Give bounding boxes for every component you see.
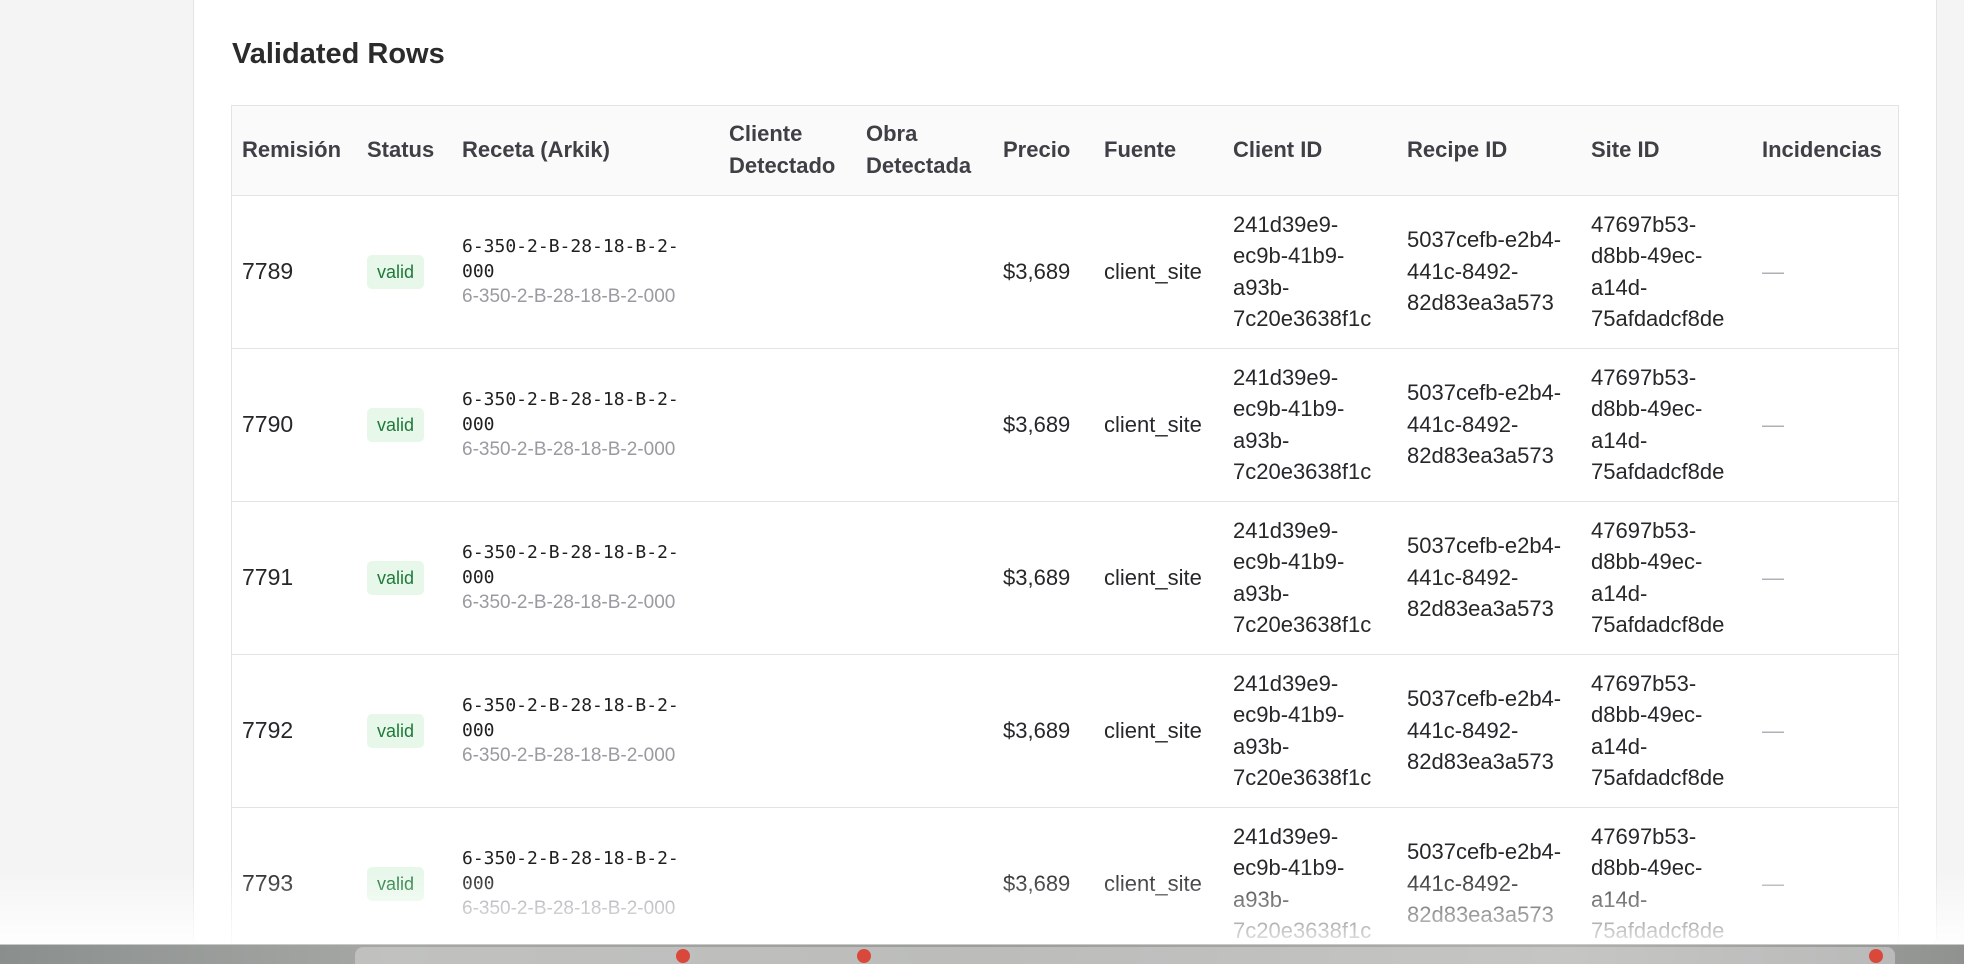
precio-cell: $3,689 [1003,564,1071,590]
column-header-client-id[interactable]: Client ID [1223,106,1397,196]
receta-cell: 6-350-2-B-28-18-B-2-000 6-350-2-B-28-18-… [452,501,719,654]
obra-detectada-cell [856,501,993,654]
incidencias-cell: — [1762,870,1784,896]
taskbar [0,944,1964,964]
site-id-cell: 47697b53-d8bb-49ec-a14d-75afdadcf8de [1591,823,1725,944]
cliente-detectado-cell [719,654,856,807]
column-header-precio[interactable]: Precio [993,106,1094,196]
app-icon[interactable] [857,949,871,963]
site-id-cell: 47697b53-d8bb-49ec-a14d-75afdadcf8de [1591,211,1725,332]
recipe-id-cell: 5037cefb-e2b4-441c-8492-82d83ea3a573 [1407,380,1562,469]
receta-cell: 6-350-2-B-28-18-B-2-000 6-350-2-B-28-18-… [452,195,719,348]
obra-detectada-cell [856,654,993,807]
column-header-status[interactable]: Status [357,106,452,196]
recipe-id-cell: 5037cefb-e2b4-441c-8492-82d83ea3a573 [1407,227,1562,316]
app-icon[interactable] [676,949,690,963]
obra-detectada-cell [856,195,993,348]
precio-cell: $3,689 [1003,717,1071,743]
status-badge: valid [367,560,425,595]
receta-secondary-code: 6-350-2-B-28-18-B-2-000 [462,898,676,919]
incidencias-cell: — [1762,411,1784,437]
status-badge: valid [367,866,425,901]
table-row[interactable]: 7791 valid 6-350-2-B-28-18-B-2-000 6-350… [232,501,1898,654]
taskbar-panel [355,947,1895,964]
receta-secondary-code: 6-350-2-B-28-18-B-2-000 [462,286,676,307]
cliente-detectado-cell [719,501,856,654]
cliente-detectado-cell [719,348,856,501]
incidencias-cell: — [1762,258,1784,284]
fuente-cell: client_site [1104,258,1202,284]
receta-secondary-code: 6-350-2-B-28-18-B-2-000 [462,745,676,766]
status-badge: valid [367,713,425,748]
cliente-detectado-cell [719,807,856,944]
status-cell: valid [357,807,452,944]
status-cell: valid [357,654,452,807]
status-cell: valid [357,195,452,348]
status-cell: valid [357,501,452,654]
remision-cell: 7790 [242,410,294,437]
page: Validated Rows Remisión Status Receta (A… [0,0,1964,964]
remision-cell: 7791 [242,563,294,590]
receta-cell: 6-350-2-B-28-18-B-2-000 6-350-2-B-28-18-… [452,654,719,807]
status-badge: valid [367,254,425,289]
site-id-cell: 47697b53-d8bb-49ec-a14d-75afdadcf8de [1591,670,1725,791]
card-title: Validated Rows [232,38,445,70]
cliente-detectado-cell [719,195,856,348]
precio-cell: $3,689 [1003,411,1071,437]
receta-cell: 6-350-2-B-28-18-B-2-000 6-350-2-B-28-18-… [452,807,719,944]
remision-cell: 7792 [242,716,294,743]
receta-secondary-code: 6-350-2-B-28-18-B-2-000 [462,592,676,613]
recipe-id-cell: 5037cefb-e2b4-441c-8492-82d83ea3a573 [1407,839,1562,928]
status-cell: valid [357,348,452,501]
table-row[interactable]: 7790 valid 6-350-2-B-28-18-B-2-000 6-350… [232,348,1898,501]
table-row[interactable]: 7793 valid 6-350-2-B-28-18-B-2-000 6-350… [232,807,1898,944]
receta-code: 6-350-2-B-28-18-B-2-000 [462,389,679,435]
receta-code: 6-350-2-B-28-18-B-2-000 [462,542,679,588]
site-id-cell: 47697b53-d8bb-49ec-a14d-75afdadcf8de [1591,517,1725,638]
column-header-site-id[interactable]: Site ID [1581,106,1752,196]
column-header-obra-detectada[interactable]: Obra Detectada [856,106,993,196]
recipe-id-cell: 5037cefb-e2b4-441c-8492-82d83ea3a573 [1407,533,1562,622]
column-header-fuente[interactable]: Fuente [1094,106,1223,196]
client-id-cell: 241d39e9-ec9b-41b9-a93b-7c20e3638f1c [1233,364,1372,485]
column-header-remision[interactable]: Remisión [232,106,357,196]
validated-rows-table-container[interactable]: Remisión Status Receta (Arkik) Cliente D… [231,105,1899,944]
table-row[interactable]: 7792 valid 6-350-2-B-28-18-B-2-000 6-350… [232,654,1898,807]
table-row[interactable]: 7789 valid 6-350-2-B-28-18-B-2-000 6-350… [232,195,1898,348]
validated-rows-table: Remisión Status Receta (Arkik) Cliente D… [232,106,1898,944]
receta-code: 6-350-2-B-28-18-B-2-000 [462,695,679,741]
client-id-cell: 241d39e9-ec9b-41b9-a93b-7c20e3638f1c [1233,670,1372,791]
column-header-cliente-detectado[interactable]: Cliente Detectado [719,106,856,196]
column-header-recipe-id[interactable]: Recipe ID [1397,106,1581,196]
client-id-cell: 241d39e9-ec9b-41b9-a93b-7c20e3638f1c [1233,517,1372,638]
fuente-cell: client_site [1104,870,1202,896]
status-badge: valid [367,407,425,442]
fuente-cell: client_site [1104,564,1202,590]
obra-detectada-cell [856,348,993,501]
site-id-cell: 47697b53-d8bb-49ec-a14d-75afdadcf8de [1591,364,1725,485]
receta-secondary-code: 6-350-2-B-28-18-B-2-000 [462,439,676,460]
incidencias-cell: — [1762,564,1784,590]
incidencias-cell: — [1762,717,1784,743]
precio-cell: $3,689 [1003,870,1071,896]
table-header: Remisión Status Receta (Arkik) Cliente D… [232,106,1898,196]
app-icon[interactable] [1869,949,1883,963]
fuente-cell: client_site [1104,411,1202,437]
column-header-incidencias[interactable]: Incidencias [1752,106,1898,196]
receta-code: 6-350-2-B-28-18-B-2-000 [462,236,679,282]
column-header-receta[interactable]: Receta (Arkik) [452,106,719,196]
obra-detectada-cell [856,807,993,944]
precio-cell: $3,689 [1003,258,1071,284]
table-header-row: Remisión Status Receta (Arkik) Cliente D… [232,106,1898,196]
client-id-cell: 241d39e9-ec9b-41b9-a93b-7c20e3638f1c [1233,211,1372,332]
receta-cell: 6-350-2-B-28-18-B-2-000 6-350-2-B-28-18-… [452,348,719,501]
table-body: 7789 valid 6-350-2-B-28-18-B-2-000 6-350… [232,195,1898,944]
receta-code: 6-350-2-B-28-18-B-2-000 [462,848,679,894]
recipe-id-cell: 5037cefb-e2b4-441c-8492-82d83ea3a573 [1407,686,1562,775]
fuente-cell: client_site [1104,717,1202,743]
validated-rows-card: Validated Rows Remisión Status Receta (A… [193,0,1937,944]
remision-cell: 7793 [242,869,294,896]
remision-cell: 7789 [242,257,294,284]
client-id-cell: 241d39e9-ec9b-41b9-a93b-7c20e3638f1c [1233,823,1372,944]
